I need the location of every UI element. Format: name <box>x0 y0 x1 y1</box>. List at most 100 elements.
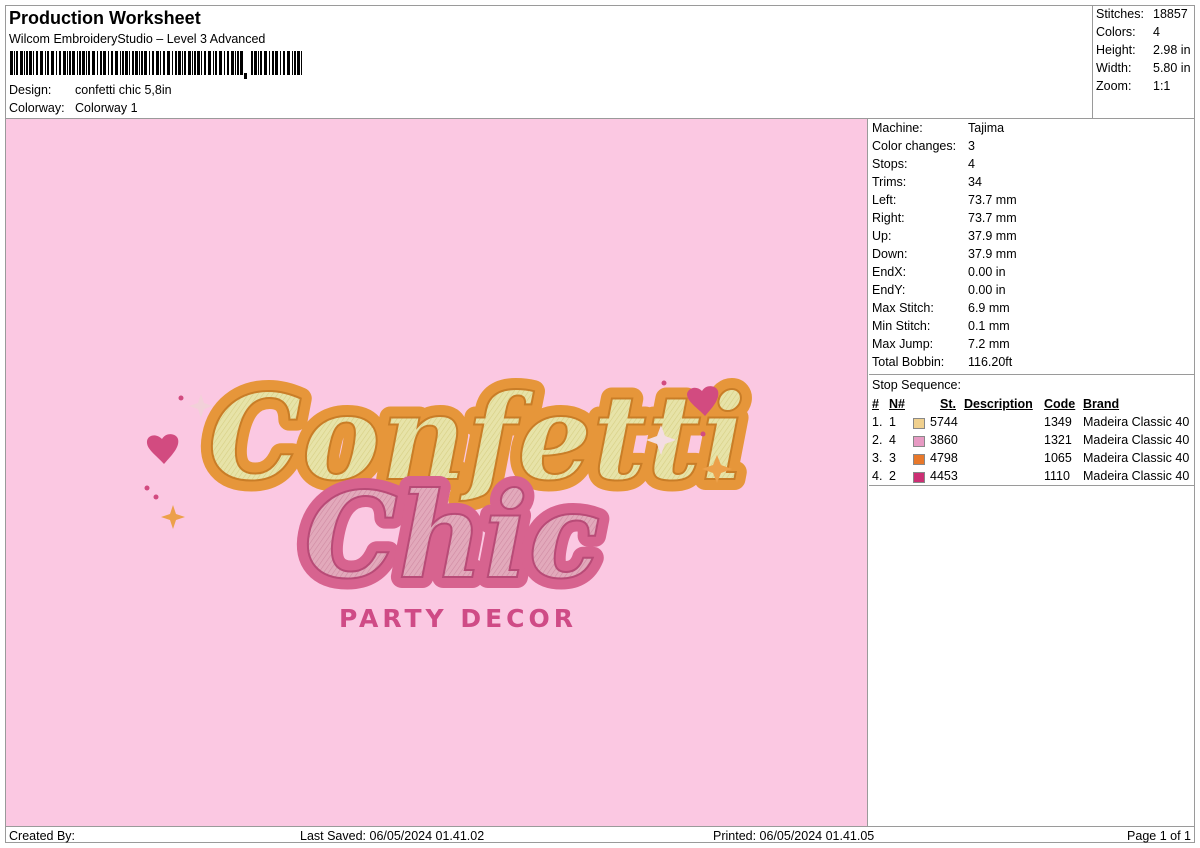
machine-info-row: Max Stitch: 6.9 mm <box>872 301 1010 315</box>
thread-color-swatch <box>913 436 925 447</box>
machine-info-value: 0.00 in <box>968 265 1006 279</box>
machine-info-row: Total Bobbin: 116.20ft <box>872 355 1012 369</box>
stop-stitches: 4798 <box>930 451 958 465</box>
stop-sequence-row: 3. 3 4798 1065 Madeira Classic 40 <box>872 450 1192 468</box>
machine-info-value: 0.1 mm <box>968 319 1010 333</box>
panel-divider <box>869 374 1194 375</box>
machine-info-value: 7.2 mm <box>968 337 1010 351</box>
machine-info-label: Machine: <box>872 121 923 135</box>
stitches-row: Stitches: 18857 <box>1096 7 1188 21</box>
machine-info-value: 4 <box>968 157 975 171</box>
stop-needle: 3 <box>889 451 896 465</box>
dot-icon <box>144 485 150 491</box>
stop-stitches: 5744 <box>930 415 958 429</box>
machine-info-value: 37.9 mm <box>968 229 1017 243</box>
stop-sequence-rows: 1. 1 5744 1349 Madeira Classic 40 2. 4 3860 1321… <box>872 414 1192 486</box>
zoom-value: 1:1 <box>1153 79 1171 93</box>
width-label: Width: <box>1096 61 1132 75</box>
page-number: Page 1 of 1 <box>1127 829 1191 843</box>
width-value: 5.80 in <box>1153 61 1191 75</box>
machine-info-row: Down: 37.9 mm <box>872 247 1017 261</box>
machine-info-row: Min Stitch: 0.1 mm <box>872 319 1010 333</box>
machine-info-value: 6.9 mm <box>968 301 1010 315</box>
stop-brand: Madeira Classic 40 <box>1083 469 1190 483</box>
stop-brand: Madeira Classic 40 <box>1083 415 1190 429</box>
machine-info-label: Min Stitch: <box>872 319 931 333</box>
machine-info-value: 73.7 mm <box>968 211 1017 225</box>
machine-info-value: 37.9 mm <box>968 247 1017 261</box>
machine-info-label: Max Stitch: <box>872 301 934 315</box>
col-description-header: Description <box>964 397 1033 411</box>
machine-info-label: Up: <box>872 229 892 243</box>
machine-info-label: EndX: <box>872 265 907 279</box>
stop-needle: 4 <box>889 433 896 447</box>
machine-info-label: Max Jump: <box>872 337 934 351</box>
summary-box: Stitches: 18857 Colors: 4 Height: 2.98 in W… <box>1092 6 1196 118</box>
design-row: Design: confetti chic 5,8in <box>9 83 172 97</box>
design-canvas: Confetti Confetti Chic Chic PARTY DECOR <box>6 119 868 826</box>
height-value: 2.98 in <box>1153 43 1191 57</box>
stop-sequence-row: 4. 2 4453 1110 Madeira Classic 40 <box>872 468 1192 486</box>
party-decor-text: PARTY DECOR <box>339 604 577 633</box>
height-label: Height: <box>1096 43 1136 57</box>
stop-stitches: 3860 <box>930 433 958 447</box>
stop-sequence-row: 1. 1 5744 1349 Madeira Classic 40 <box>872 414 1192 432</box>
machine-info-label: Color changes: <box>872 139 957 153</box>
machine-info-label: Trims: <box>872 175 907 189</box>
embroidery-design-preview: Confetti Confetti Chic Chic PARTY DECOR <box>144 357 757 633</box>
thread-color-swatch <box>913 454 925 465</box>
col-code-header: Code <box>1044 397 1076 411</box>
stop-code: 1065 <box>1044 451 1072 465</box>
software-subtitle: Wilcom EmbroideryStudio – Level 3 Advanc… <box>9 32 266 46</box>
dot-icon <box>178 395 184 401</box>
stitches-value: 18857 <box>1153 7 1188 21</box>
stop-needle: 2 <box>889 469 896 483</box>
stop-brand: Madeira Classic 40 <box>1083 451 1190 465</box>
stop-sequence-header: # N# St. Description Code Brand <box>872 396 1192 414</box>
table-divider <box>869 485 1194 486</box>
barcode-icon <box>10 51 302 79</box>
stop-stitches: 4453 <box>930 469 958 483</box>
machine-info-label: Right: <box>872 211 905 225</box>
dot-icon <box>153 494 159 500</box>
machine-info-row: EndX: 0.00 in <box>872 265 1006 279</box>
colorway-row: Colorway: Colorway 1 <box>9 101 138 115</box>
col-st-header: St. <box>940 397 956 411</box>
stop-num: 3. <box>872 451 883 465</box>
colors-row: Colors: 4 <box>1096 25 1160 39</box>
colors-label: Colors: <box>1096 25 1136 39</box>
colors-value: 4 <box>1153 25 1160 39</box>
heart-icon <box>146 434 179 464</box>
machine-info-row: Right: 73.7 mm <box>872 211 1017 225</box>
stop-sequence-title: Stop Sequence: <box>872 378 961 392</box>
stop-num: 4. <box>872 469 883 483</box>
stitches-label: Stitches: <box>1096 7 1144 21</box>
machine-info-label: EndY: <box>872 283 906 297</box>
machine-info-label: Left: <box>872 193 897 207</box>
stop-sequence-row: 2. 4 3860 1321 Madeira Classic 40 <box>872 432 1192 450</box>
machine-info-value: 116.20ft <box>968 355 1013 369</box>
stop-num: 2. <box>872 433 883 447</box>
printed-date: Printed: 06/05/2024 01.41.05 <box>713 829 875 843</box>
sparkle-icon <box>161 505 185 529</box>
machine-info-row: EndY: 0.00 in <box>872 283 1006 297</box>
thread-color-swatch <box>913 472 925 483</box>
thread-color-swatch <box>913 418 925 429</box>
machine-info-row: Max Jump: 7.2 mm <box>872 337 1010 351</box>
chic-wordmark: Chic Chic <box>293 455 611 616</box>
col-brand-header: Brand <box>1083 397 1120 411</box>
stop-code: 1110 <box>1044 469 1070 483</box>
machine-info-panel: Machine: Tajima Color changes: 3 Stops: 4 Trim… <box>869 119 1194 826</box>
worksheet-footer: Created By: Last Saved: 06/05/2024 01.41… <box>6 827 1194 843</box>
zoom-label: Zoom: <box>1096 79 1132 93</box>
height-row: Height: 2.98 in <box>1096 43 1191 57</box>
machine-info-row: Color changes: 3 <box>872 139 975 153</box>
machine-info-value: Tajima <box>968 121 1005 135</box>
machine-info-value: 34 <box>968 175 982 189</box>
dot-icon <box>661 380 667 386</box>
page-title: Production Worksheet <box>9 8 201 28</box>
machine-info-value: 3 <box>968 139 975 153</box>
dot-icon <box>700 431 706 437</box>
machine-info-label: Down: <box>872 247 908 261</box>
stop-needle: 1 <box>889 415 896 429</box>
